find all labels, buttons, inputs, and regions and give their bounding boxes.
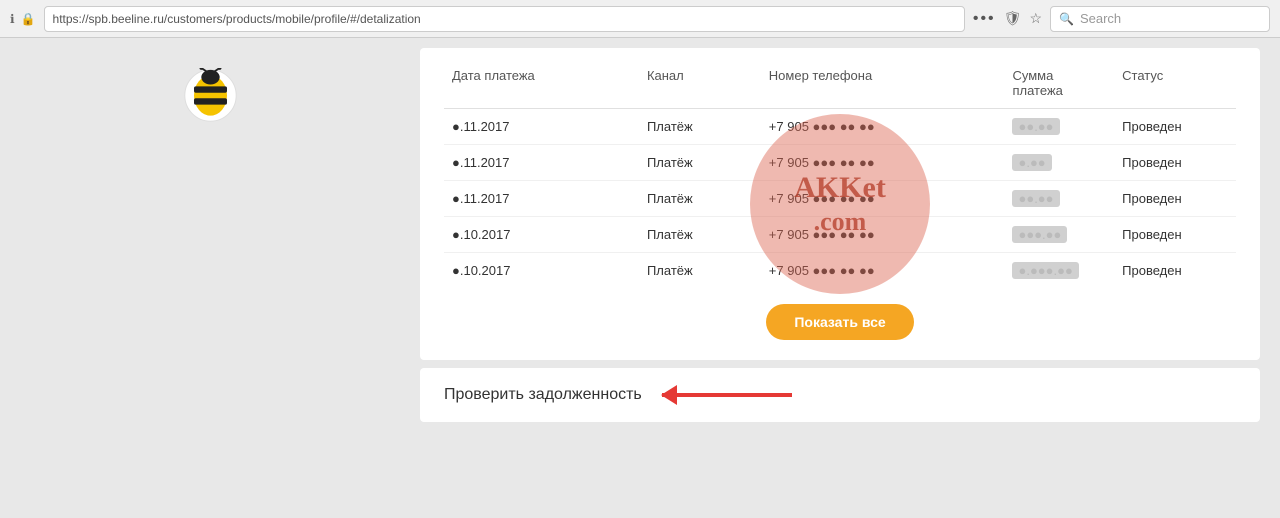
beeline-logo	[183, 68, 238, 123]
address-text: https://spb.beeline.ru/customers/product…	[53, 12, 421, 26]
cell-channel: Платёж	[639, 145, 761, 181]
cell-date: ●.10.2017	[444, 253, 639, 289]
bookmark-icon[interactable]: ☆	[1029, 10, 1042, 27]
col-header-date: Дата платежа	[444, 64, 639, 109]
cell-amount: ●●●.●●	[1004, 217, 1114, 253]
search-bar[interactable]: 🔍 Search	[1050, 6, 1270, 32]
cell-date: ●.11.2017	[444, 181, 639, 217]
cell-date: ●.11.2017	[444, 145, 639, 181]
cell-phone: +7 905 ●●● ●● ●●	[761, 145, 1005, 181]
cell-amount: ●●.●●	[1004, 181, 1114, 217]
more-options-icon[interactable]: •••	[973, 10, 996, 28]
cell-date: ●.10.2017	[444, 217, 639, 253]
show-all-button[interactable]: Показать все	[766, 304, 913, 340]
cell-channel: Платёж	[639, 217, 761, 253]
page-content: AKKet .com Дата платежа Канал Номер теле…	[0, 38, 1280, 518]
table-row: ●.10.2017Платёж+7 905 ●●● ●● ●●●●●.●●Про…	[444, 217, 1236, 253]
arrow-shaft	[662, 393, 792, 397]
browser-actions: ••• 🛡 ☆	[973, 10, 1042, 28]
lock-icon: 🔒	[21, 12, 36, 26]
cell-phone: +7 905 ●●● ●● ●●	[761, 181, 1005, 217]
address-bar[interactable]: https://spb.beeline.ru/customers/product…	[44, 6, 965, 32]
cell-amount: ●.●●	[1004, 145, 1114, 181]
cell-status: Проведен	[1114, 145, 1236, 181]
cell-status: Проведен	[1114, 217, 1236, 253]
cell-status: Проведен	[1114, 181, 1236, 217]
table-row: ●.11.2017Платёж+7 905 ●●● ●● ●●●●.●●Пров…	[444, 109, 1236, 145]
cell-amount: ●●.●●	[1004, 109, 1114, 145]
arrow-wrapper	[662, 393, 792, 397]
table-row: ●.11.2017Платёж+7 905 ●●● ●● ●●●.●●Прове…	[444, 145, 1236, 181]
col-header-status: Статус	[1114, 64, 1236, 109]
cell-phone: +7 905 ●●● ●● ●●	[761, 253, 1005, 289]
browser-chrome: ℹ 🔒 https://spb.beeline.ru/customers/pro…	[0, 0, 1280, 38]
payment-card: AKKet .com Дата платежа Канал Номер теле…	[420, 48, 1260, 360]
payment-table: Дата платежа Канал Номер телефона Сумма …	[444, 64, 1236, 288]
sidebar	[0, 38, 420, 518]
main-content: AKKet .com Дата платежа Канал Номер теле…	[420, 38, 1280, 518]
cell-amount: ●.●●●.●●	[1004, 253, 1114, 289]
cell-status: Проведен	[1114, 253, 1236, 289]
table-row: ●.10.2017Платёж+7 905 ●●● ●● ●●●.●●●.●●П…	[444, 253, 1236, 289]
debt-card: Проверить задолженность	[420, 368, 1260, 422]
col-header-channel: Канал	[639, 64, 761, 109]
info-icon: ℹ	[10, 12, 15, 26]
col-header-phone: Номер телефона	[761, 64, 1005, 109]
cell-channel: Платёж	[639, 109, 761, 145]
table-header-row: Дата платежа Канал Номер телефона Сумма …	[444, 64, 1236, 109]
browser-security-icons: ℹ 🔒	[10, 12, 36, 26]
arrow-head	[661, 385, 677, 405]
table-body: ●.11.2017Платёж+7 905 ●●● ●● ●●●●.●●Пров…	[444, 109, 1236, 289]
search-icon: 🔍	[1059, 12, 1074, 26]
cell-phone: +7 905 ●●● ●● ●●	[761, 217, 1005, 253]
cell-status: Проведен	[1114, 109, 1236, 145]
cell-channel: Платёж	[639, 181, 761, 217]
cell-date: ●.11.2017	[444, 109, 639, 145]
search-placeholder: Search	[1080, 11, 1121, 26]
shield-icon[interactable]: 🛡	[1004, 10, 1022, 27]
col-header-amount: Сумма платежа	[1004, 64, 1114, 109]
cell-phone: +7 905 ●●● ●● ●●	[761, 109, 1005, 145]
debt-label[interactable]: Проверить задолженность	[444, 386, 642, 404]
cell-channel: Платёж	[639, 253, 761, 289]
table-row: ●.11.2017Платёж+7 905 ●●● ●● ●●●●.●●Пров…	[444, 181, 1236, 217]
